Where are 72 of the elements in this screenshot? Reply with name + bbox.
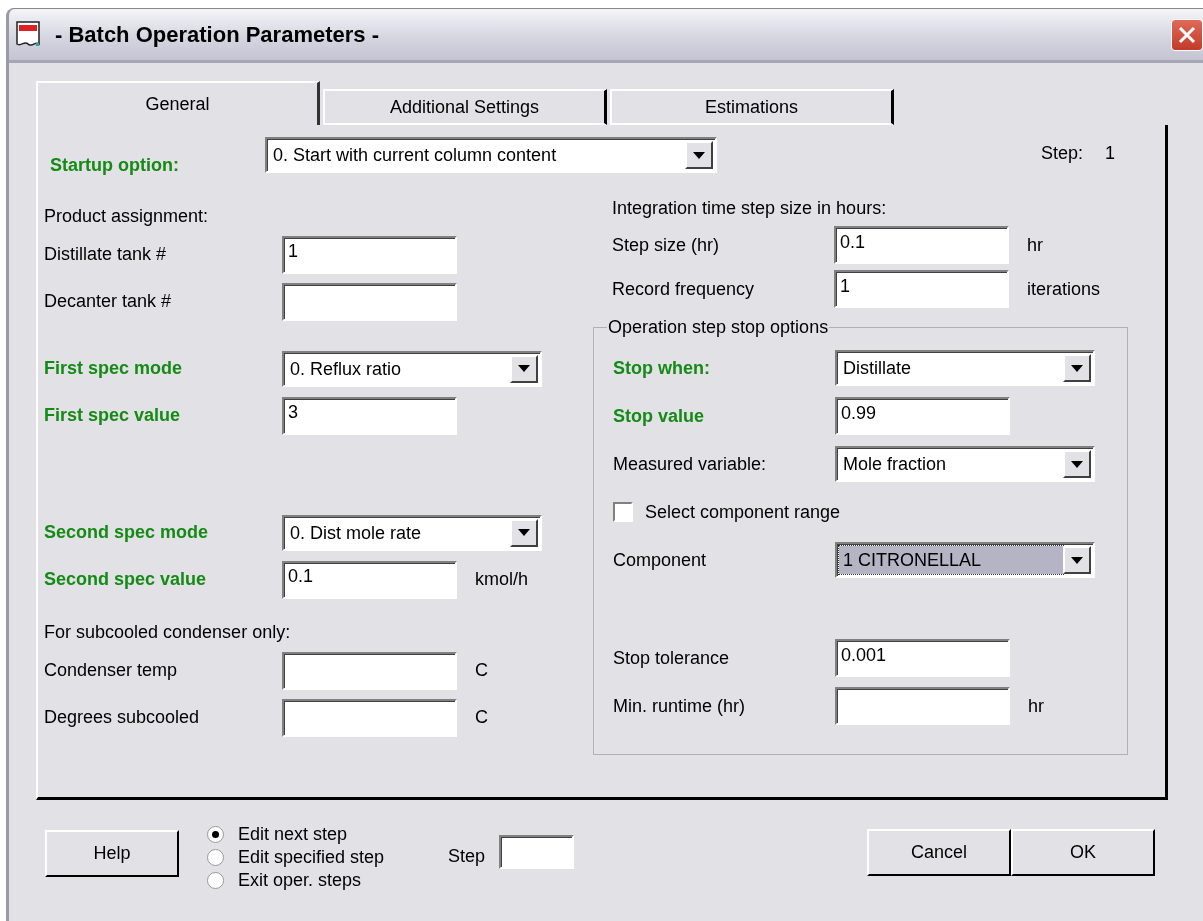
unit-label: kmol/h — [475, 569, 528, 590]
field-label: Distillate tank # — [44, 244, 168, 265]
unit-label: C — [475, 707, 488, 728]
window-title: - Batch Operation Parameters - — [55, 21, 380, 48]
input-field[interactable]: 3 — [282, 396, 457, 435]
unit-label: iterations — [1027, 278, 1101, 300]
field-label: Startup option: — [50, 154, 180, 176]
field-label: Second spec value — [44, 569, 208, 590]
field-label: Stop value — [613, 405, 706, 427]
radio-button[interactable] — [207, 849, 224, 866]
unit-label: C — [475, 660, 488, 681]
dropdown[interactable]: Mole fraction — [835, 446, 1095, 482]
dropdown[interactable]: Distillate — [835, 350, 1095, 386]
input-field[interactable] — [282, 282, 457, 321]
dropdown-arrow-icon — [518, 365, 530, 372]
dialog-button[interactable]: OK — [1011, 829, 1155, 876]
dropdown[interactable]: 1 CITRONELLAL — [835, 542, 1095, 578]
field-label: Stop when: — [613, 357, 711, 379]
dropdown[interactable]: 0. Start with current column content — [265, 137, 717, 173]
help-button[interactable]: Help — [45, 830, 179, 877]
dropdown-arrow-icon — [1071, 364, 1083, 372]
field-label: Decanter tank # — [44, 291, 173, 312]
field-label: Record frequency — [612, 278, 756, 300]
field-label: Step size (hr) — [612, 234, 721, 256]
dropdown-arrow-icon — [693, 151, 705, 159]
section-label: For subcooled condenser only: — [44, 621, 292, 644]
input-field[interactable]: 0.1 — [834, 226, 1009, 264]
step-field[interactable] — [499, 835, 575, 869]
field-label: Second spec mode — [44, 522, 210, 543]
step-number: 1 — [1105, 143, 1115, 164]
field-label: Condenser temp — [44, 660, 179, 681]
dropdown[interactable]: 0. Dist mole rate — [282, 514, 542, 551]
tab[interactable]: Estimations — [610, 89, 894, 125]
input-field[interactable] — [835, 687, 1010, 725]
radio-button[interactable] — [207, 826, 224, 843]
field-label: First spec value — [44, 405, 182, 426]
dropdown[interactable]: 0. Reflux ratio — [282, 350, 542, 387]
unit-label: hr — [1027, 234, 1043, 256]
section-label: Product assignment: — [44, 205, 210, 228]
step-label: Step: — [1040, 143, 1083, 164]
radio-label: Exit oper. steps — [238, 870, 362, 891]
input-field[interactable]: 0.99 — [835, 397, 1010, 435]
input-field[interactable]: 0.1 — [282, 560, 457, 599]
input-field[interactable]: 1 — [834, 270, 1009, 308]
dropdown-arrow-icon — [1071, 460, 1083, 468]
radio-button[interactable] — [207, 872, 224, 889]
input-field[interactable] — [282, 698, 457, 737]
field-label: Measured variable: — [613, 453, 768, 475]
checkbox[interactable] — [613, 502, 633, 522]
field-label: Stop tolerance — [613, 647, 731, 669]
document-icon — [15, 20, 41, 49]
field-label: Component — [613, 549, 708, 571]
radio-label: Edit specified step — [238, 847, 385, 868]
tab[interactable]: General — [36, 81, 320, 125]
checkbox-label: Select component range — [645, 501, 841, 523]
dialog-button[interactable]: Cancel — [867, 829, 1011, 876]
tab[interactable]: Additional Settings — [323, 89, 607, 125]
close-button[interactable] — [1171, 18, 1203, 51]
field-label: Degrees subcooled — [44, 707, 201, 728]
dropdown-arrow-icon — [518, 529, 530, 536]
dropdown-arrow-icon — [1071, 556, 1083, 564]
radio-label: Edit next step — [238, 824, 348, 845]
close-icon — [1177, 24, 1197, 45]
field-label: Step — [448, 846, 486, 867]
input-field[interactable]: 1 — [282, 235, 457, 274]
field-label: First spec mode — [44, 358, 184, 379]
field-label: Min. runtime (hr) — [613, 695, 747, 717]
section-label: Integration time step size in hours: — [611, 197, 888, 220]
group-title: Operation step stop options — [607, 317, 830, 338]
unit-label: hr — [1028, 695, 1044, 717]
input-field[interactable] — [282, 651, 457, 690]
input-field[interactable]: 0.001 — [835, 639, 1010, 677]
